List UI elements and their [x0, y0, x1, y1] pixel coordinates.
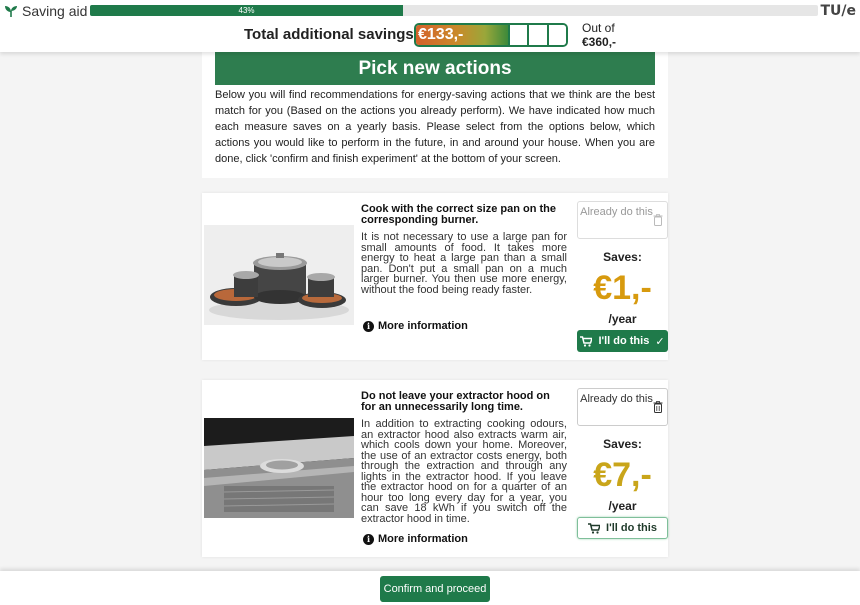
- already-do-this-label: Already do this: [580, 206, 653, 218]
- savings-label: Total additional savings:: [244, 26, 419, 43]
- saves-label: Saves:: [603, 437, 642, 451]
- ill-do-this-button[interactable]: I'll do this ✓: [577, 330, 668, 352]
- intro-card: Pick new actions Below you will find rec…: [202, 52, 668, 178]
- cart-icon: [580, 335, 593, 347]
- already-do-this-button[interactable]: Already do this: [577, 201, 668, 239]
- savings-amount: €1,-: [593, 269, 652, 307]
- page-title: Pick new actions: [215, 52, 655, 85]
- savings-meter: €133,-: [414, 23, 568, 47]
- savings-summary: Total additional savings: €133,- Out of …: [0, 21, 860, 50]
- confirm-and-proceed-button[interactable]: Confirm and proceed: [380, 576, 490, 602]
- more-information-link[interactable]: i More information: [363, 320, 468, 332]
- action-body: Do not leave your extractor hood on for …: [361, 390, 567, 525]
- meter-cell: [546, 25, 566, 45]
- app-name: Saving aid: [22, 3, 88, 19]
- per-year-label: /year: [608, 312, 637, 326]
- ill-do-this-button[interactable]: I'll do this: [577, 517, 668, 539]
- more-information-link[interactable]: i More information: [363, 533, 468, 545]
- info-icon: i: [363, 320, 374, 332]
- more-information-label: More information: [378, 320, 468, 332]
- action-side: Already do this Saves: €7,- /year I'll d…: [577, 388, 668, 539]
- action-title: Cook with the correct size pan on the co…: [361, 203, 556, 226]
- savings-value: €133,-: [416, 25, 508, 45]
- action-card: Do not leave your extractor hood on for …: [202, 380, 668, 557]
- trash-icon: [653, 214, 663, 226]
- more-information-label: More information: [378, 533, 468, 545]
- cart-icon: [588, 522, 601, 534]
- progress-fill: 43%: [90, 5, 404, 16]
- progress-bar: 43%: [90, 5, 818, 16]
- action-body: Cook with the correct size pan on the co…: [361, 203, 567, 296]
- cookware-photo: [204, 225, 354, 325]
- leaf-icon: [5, 6, 17, 17]
- meter-cell: [508, 25, 528, 45]
- already-do-this-button[interactable]: Already do this: [577, 388, 668, 426]
- action-description: In addition to extracting cooking odours…: [361, 418, 567, 525]
- per-year-label: /year: [608, 499, 637, 513]
- savings-amount: €7,-: [593, 456, 652, 494]
- out-of: Out of €360,-: [582, 21, 616, 49]
- extractor-hood-photo: [204, 418, 354, 518]
- checkmark-icon: ✓: [655, 335, 665, 348]
- ill-do-this-label: I'll do this: [598, 335, 650, 347]
- trash-icon: [653, 401, 663, 413]
- action-description: It is not necessary to use a large pan f…: [361, 231, 567, 296]
- intro-text: Below you will find recommendations for …: [215, 89, 655, 165]
- brand: Saving aid: [4, 3, 87, 19]
- meter-cells: [508, 25, 566, 45]
- action-card: Cook with the correct size pan on the co…: [202, 193, 668, 360]
- already-do-this-label: Already do this: [580, 393, 653, 405]
- saves-label: Saves:: [603, 250, 642, 264]
- out-of-value: €360,-: [582, 35, 617, 49]
- tue-logo: TU/e: [820, 3, 856, 19]
- footer: Confirm and proceed: [0, 571, 860, 605]
- info-icon: i: [363, 533, 374, 545]
- meter-cell: [527, 25, 547, 45]
- action-title: Do not leave your extractor hood on for …: [361, 390, 550, 413]
- action-side: Already do this Saves: €1,- /year I'll d…: [577, 201, 668, 352]
- out-of-label: Out of: [582, 21, 615, 35]
- ill-do-this-label: I'll do this: [606, 522, 657, 534]
- header: Saving aid 43% TU/e Total additional sav…: [0, 0, 860, 52]
